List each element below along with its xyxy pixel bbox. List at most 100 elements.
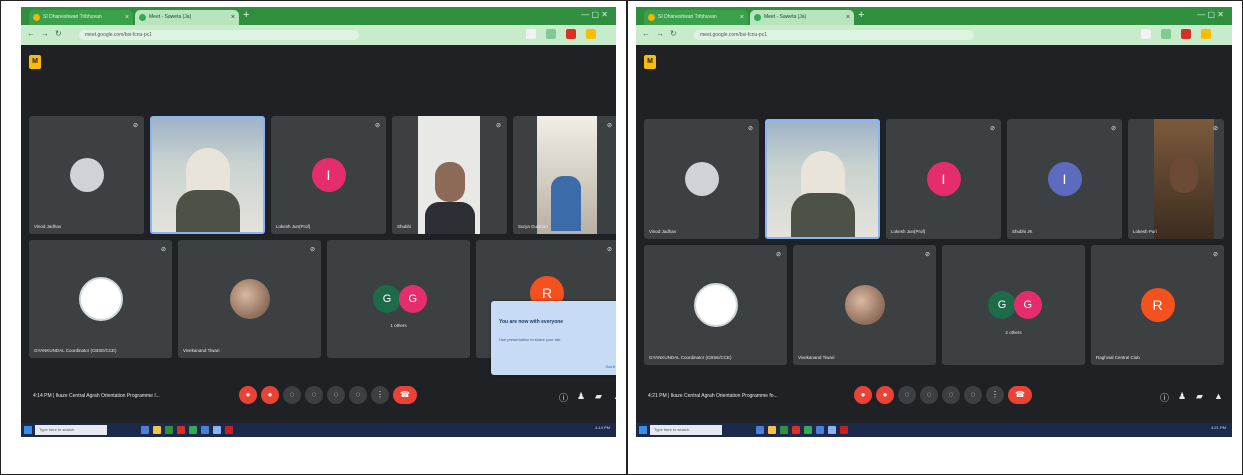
- extension-icon[interactable]: [546, 29, 556, 39]
- taskbar-app-icon[interactable]: [201, 426, 209, 434]
- window-controls[interactable]: — ▢ ✕: [581, 10, 608, 19]
- taskbar-search-input[interactable]: Type here to search: [35, 425, 107, 435]
- participant-tile[interactable]: I ⊘ Lokesh Jun(Prof): [271, 116, 386, 234]
- taskbar-app-icon[interactable]: [165, 426, 173, 434]
- reload-icon[interactable]: ↻: [55, 29, 62, 38]
- extension-icon[interactable]: [586, 29, 596, 39]
- taskbar-app-icon[interactable]: [792, 426, 800, 434]
- participant-tile[interactable]: ⊘ Lokesh Puri: [1128, 119, 1224, 239]
- taskbar-app-icon[interactable]: [780, 426, 788, 434]
- extension-icon[interactable]: [526, 29, 536, 39]
- captions-button[interactable]: ◌: [898, 386, 916, 404]
- participant-tile[interactable]: ⊘ GYANKUNDAL Coordinator (CBSE/CCE): [29, 240, 172, 358]
- taskbar-app-icon[interactable]: [816, 426, 824, 434]
- back-icon[interactable]: ←: [642, 29, 650, 38]
- taskbar-search-input[interactable]: Type here to search: [650, 425, 722, 435]
- participant-tile-group[interactable]: G G 1 others: [327, 240, 470, 358]
- chat-icon[interactable]: ▰: [595, 391, 602, 402]
- browser-tab-active[interactable]: Meet - Saweta (Ja) ×: [750, 10, 854, 25]
- participant-name: Vinod Jadhav: [34, 224, 62, 229]
- participant-tile[interactable]: ⊘ GYANKUNDAL Coordinator (CBSE/CCE): [644, 245, 787, 365]
- participant-tile[interactable]: I ⊘ Lokesh Jun(Prof): [886, 119, 1001, 239]
- browser-tab-active[interactable]: Meet - Saweta (Ja) ×: [135, 10, 239, 25]
- participant-tile[interactable]: ⊘ Shubhi: [392, 116, 507, 234]
- profile-icon[interactable]: [1181, 29, 1191, 39]
- close-tab-icon[interactable]: ×: [846, 10, 850, 25]
- taskbar-app-icon[interactable]: [213, 426, 221, 434]
- taskbar-app-icon[interactable]: [828, 426, 836, 434]
- profile-icon[interactable]: [566, 29, 576, 39]
- info-icon[interactable]: ⓘ: [1160, 391, 1169, 404]
- activities-icon[interactable]: ▲: [1214, 391, 1223, 401]
- participant-tile[interactable]: ⊘ Vinod Jadhav: [644, 119, 759, 239]
- popup-dismiss-button[interactable]: Got it: [605, 364, 615, 369]
- taskbar-app-icon[interactable]: [153, 426, 161, 434]
- participant-avatar-letter: I: [1047, 162, 1082, 196]
- more-options-button[interactable]: ⋮: [986, 386, 1004, 404]
- people-icon[interactable]: ♟: [577, 391, 585, 402]
- forward-icon[interactable]: →: [656, 29, 664, 38]
- person-body: [550, 176, 581, 231]
- raise-hand-button[interactable]: ◌: [964, 386, 982, 404]
- taskbar-app-icon[interactable]: [141, 426, 149, 434]
- info-icon[interactable]: ⓘ: [559, 391, 568, 404]
- extension-icon[interactable]: [1161, 29, 1171, 39]
- participant-tile[interactable]: I ⊘ Shubhi JK: [1007, 119, 1122, 239]
- forward-icon[interactable]: →: [41, 29, 49, 38]
- taskbar-app-icon[interactable]: [804, 426, 812, 434]
- camera-off-button[interactable]: ●: [261, 386, 279, 404]
- participant-tile-speaking[interactable]: [765, 119, 880, 239]
- url-input[interactable]: meet.google.com/bsi-fcnu-pc1: [79, 30, 359, 40]
- meet-logo-icon: M: [29, 55, 41, 69]
- activities-icon[interactable]: ▲: [613, 391, 616, 401]
- taskbar-app-icon[interactable]: [225, 426, 233, 434]
- more-options-button[interactable]: ⋮: [371, 386, 389, 404]
- taskbar-app-icon[interactable]: [189, 426, 197, 434]
- mic-muted-icon: ⊘: [309, 247, 315, 253]
- browser-tab[interactable]: SI Dhaneshwari Tribhuvan ×: [644, 10, 748, 25]
- extension-icon[interactable]: [1201, 29, 1211, 39]
- taskbar-app-icon[interactable]: [177, 426, 185, 434]
- close-tab-icon[interactable]: ×: [740, 10, 744, 25]
- participant-tile-group[interactable]: G G 2 others: [942, 245, 1085, 365]
- participant-tile[interactable]: ⊘ Surya Gulshan: [513, 116, 616, 234]
- url-input[interactable]: meet.google.com/bsi-fcnu-pc1: [694, 30, 974, 40]
- taskbar-app-icon[interactable]: [768, 426, 776, 434]
- raise-hand-button[interactable]: ◌: [349, 386, 367, 404]
- captions-button[interactable]: ◌: [283, 386, 301, 404]
- camera-off-button[interactable]: ●: [876, 386, 894, 404]
- mic-muted-icon: ⊘: [924, 252, 930, 258]
- participant-tile-speaking[interactable]: [150, 116, 265, 234]
- participant-tile[interactable]: ⊘ Vivekanand Tiwari: [178, 240, 321, 358]
- end-call-button[interactable]: ☎: [1008, 386, 1032, 404]
- emoji-button[interactable]: ◌: [305, 386, 323, 404]
- participant-tile[interactable]: ⊘ Vivekanand Tiwari: [793, 245, 936, 365]
- chat-icon[interactable]: ▰: [1196, 391, 1203, 402]
- participant-name: Shubhi: [397, 224, 412, 229]
- taskbar-app-icon[interactable]: [756, 426, 764, 434]
- reload-icon[interactable]: ↻: [670, 29, 677, 38]
- browser-tab[interactable]: SI Dhaneshwari Tribhuvan ×: [29, 10, 133, 25]
- mic-off-button[interactable]: ●: [239, 386, 257, 404]
- extension-icon[interactable]: [1141, 29, 1151, 39]
- close-tab-icon[interactable]: ×: [231, 10, 235, 25]
- start-icon[interactable]: [24, 426, 32, 434]
- new-tab-icon[interactable]: +: [858, 9, 864, 21]
- back-icon[interactable]: ←: [27, 29, 35, 38]
- mic-muted-icon: ⊘: [1110, 126, 1116, 132]
- organisation-logo-icon: [693, 283, 738, 327]
- people-icon[interactable]: ♟: [1178, 391, 1186, 402]
- participant-avatar-photo: [844, 285, 885, 325]
- close-tab-icon[interactable]: ×: [125, 10, 129, 25]
- present-button[interactable]: ◌: [327, 386, 345, 404]
- window-controls[interactable]: — ▢ ✕: [1197, 10, 1224, 19]
- participant-tile[interactable]: R ⊘ Raghvial Central Club: [1091, 245, 1224, 365]
- present-button[interactable]: ◌: [942, 386, 960, 404]
- start-icon[interactable]: [639, 426, 647, 434]
- mic-off-button[interactable]: ●: [854, 386, 872, 404]
- new-tab-icon[interactable]: +: [243, 9, 249, 21]
- emoji-button[interactable]: ◌: [920, 386, 938, 404]
- end-call-button[interactable]: ☎: [393, 386, 417, 404]
- participant-tile[interactable]: ⊘ Vinod Jadhav: [29, 116, 144, 234]
- taskbar-app-icon[interactable]: [840, 426, 848, 434]
